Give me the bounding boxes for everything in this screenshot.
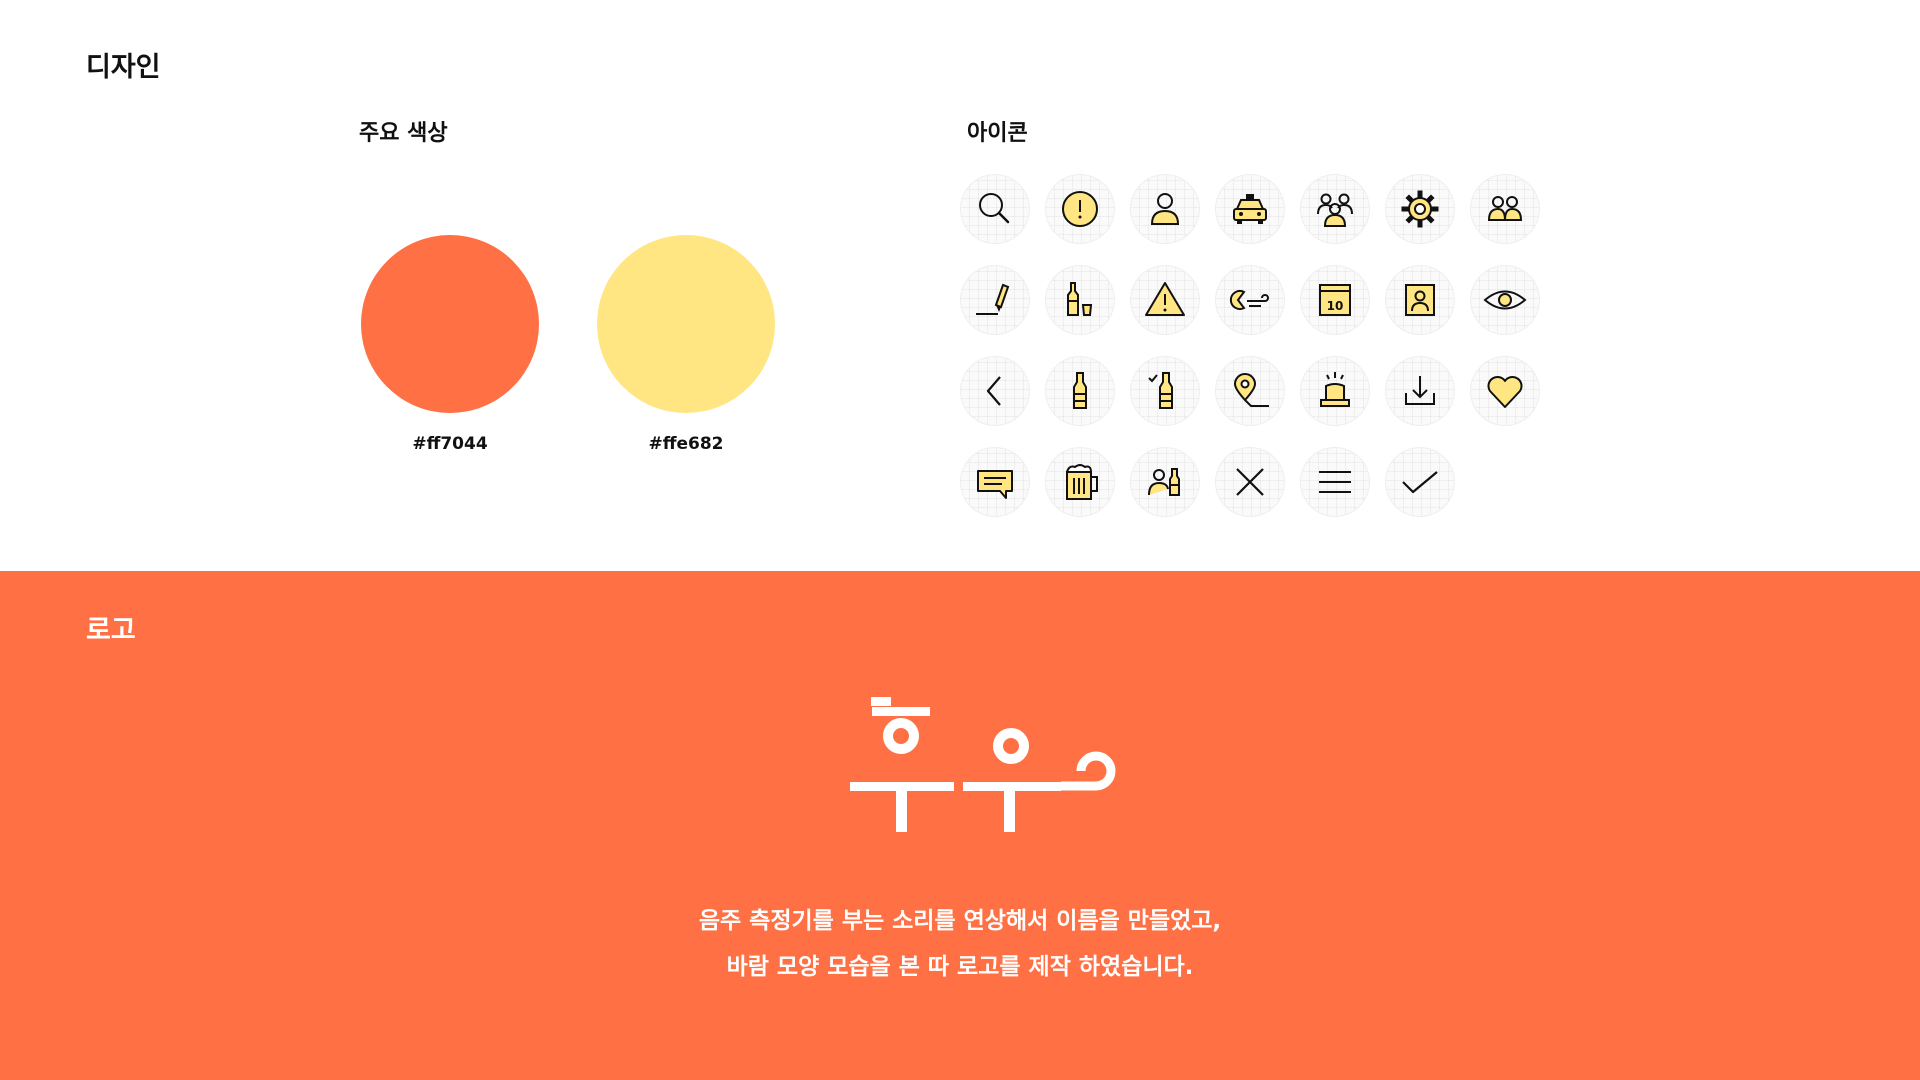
eye-icon	[1470, 265, 1540, 335]
colors-title: 주요 색상	[359, 121, 448, 146]
logo-description-line1: 음주 측정기를 부는 소리를 연상해서 이름을 만들었고,	[698, 908, 1222, 934]
design-section-title: 디자인	[86, 52, 161, 83]
logo-section-title: 로고	[86, 615, 136, 646]
taxi-icon	[1215, 174, 1285, 244]
group-icon	[1300, 174, 1370, 244]
settings-icon	[1385, 174, 1455, 244]
location-pin-icon	[1215, 356, 1285, 426]
bottle-icon	[1045, 356, 1115, 426]
pen-icon	[960, 265, 1030, 335]
design-section: 디자인 주요 색상 #ff7044 #ffe682 아이콘 10	[0, 0, 1920, 571]
user-icon	[1130, 174, 1200, 244]
primary-color-swatch	[361, 235, 539, 413]
chat-icon	[960, 447, 1030, 517]
check-icon	[1385, 447, 1455, 517]
heart-icon	[1470, 356, 1540, 426]
secondary-color-label: #ffe682	[648, 434, 724, 454]
logo-description-line2: 바람 모양 모습을 본 따 로고를 제작 하였습니다.	[726, 954, 1194, 980]
profile-card-icon	[1385, 265, 1455, 335]
bottle-glass-icon	[1045, 265, 1115, 335]
chevron-left-icon	[960, 356, 1030, 426]
secondary-color-swatch	[597, 235, 775, 413]
warning-icon	[1130, 265, 1200, 335]
breath-icon	[1215, 265, 1285, 335]
search-icon	[960, 174, 1030, 244]
menu-icon	[1300, 447, 1370, 517]
siren-icon	[1300, 356, 1370, 426]
svg-text:10: 10	[1327, 299, 1344, 313]
bottle-check-icon	[1130, 356, 1200, 426]
icons-title: 아이콘	[967, 121, 1028, 146]
beer-mug-icon	[1045, 447, 1115, 517]
friends-icon	[1470, 174, 1540, 244]
alert-circle-icon	[1045, 174, 1115, 244]
primary-color-label: #ff7044	[412, 434, 488, 454]
person-bottle-icon	[1130, 447, 1200, 517]
brand-logo	[850, 697, 1116, 832]
download-icon	[1385, 356, 1455, 426]
calendar-icon: 10	[1300, 265, 1370, 335]
close-icon	[1215, 447, 1285, 517]
